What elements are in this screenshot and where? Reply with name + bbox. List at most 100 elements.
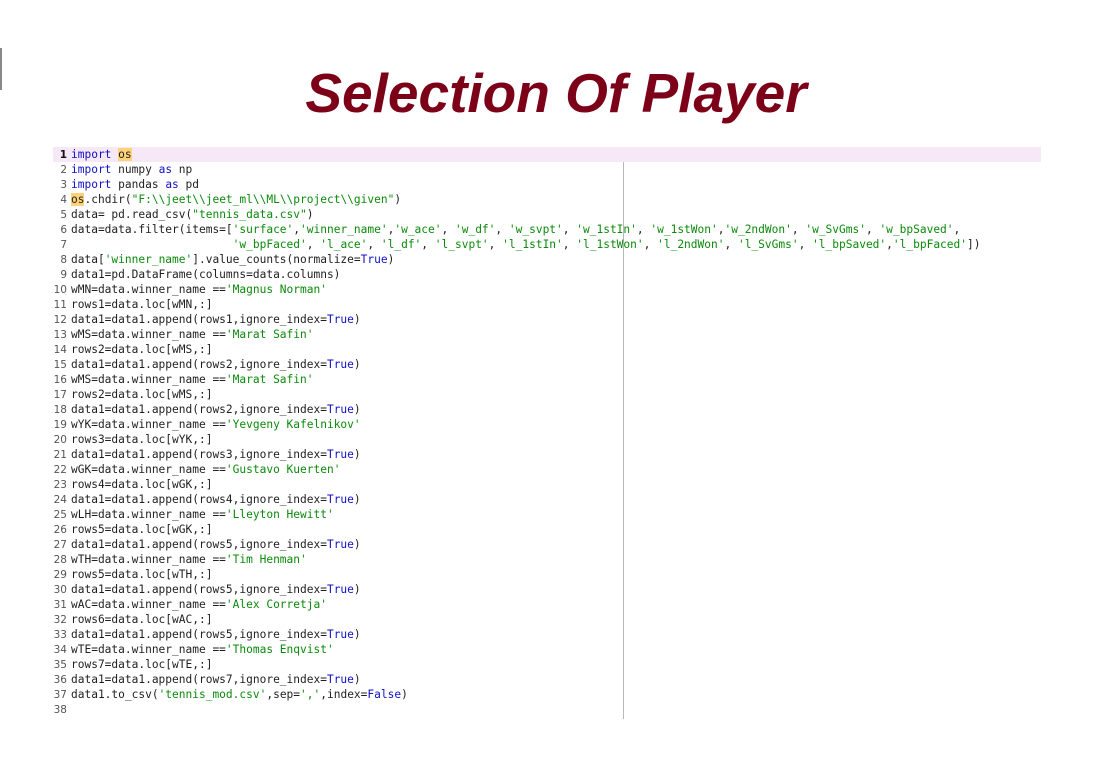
code-token: ].value_counts(normalize= (192, 253, 361, 266)
code-line[interactable]: 36 data1=data1.append(rows7,ignore_index=… (53, 672, 1041, 687)
code-token: 'Magnus Norman' (225, 283, 327, 296)
code-token: 'Marat Safin' (225, 373, 314, 386)
code-line[interactable]: 23 rows4=data.loc[wGK,:] (53, 477, 1041, 492)
line-number: 38 (53, 704, 67, 716)
code-line[interactable]: 17 rows2=data.loc[wMS,:] (53, 387, 1041, 402)
line-number: 25 (53, 509, 67, 521)
code-line[interactable]: 34 wTE=data.winner_name =='Thomas Enqvist… (53, 642, 1041, 657)
code-token: np (172, 163, 193, 176)
code-line[interactable]: 11 rows1=data.loc[wMN,:] (53, 297, 1041, 312)
code-text: rows2=data.loc[wMS,:] (71, 342, 212, 357)
code-line[interactable]: 18 data1=data1.append(rows2,ignore_index=… (53, 402, 1041, 417)
code-line[interactable]: 9 data1=pd.DataFrame(columns=data.columns… (53, 267, 1041, 282)
code-token: 'l_bpFaced' (892, 238, 967, 251)
line-number: 1 (59, 149, 67, 161)
code-line[interactable]: 33 data1=data1.append(rows5,ignore_index=… (53, 627, 1041, 642)
code-line[interactable]: 4 os.chdir("F:\\jeet\\jeet_ml\\ML\\projec… (53, 192, 1041, 207)
code-token: 'w_svpt' (508, 223, 563, 236)
code-line[interactable]: 29 rows5=data.loc[wTH,:] (53, 567, 1041, 582)
code-token: data1=pd.DataFrame(columns=data.columns) (71, 268, 341, 281)
code-text: os.chdir("F:\\jeet\\jeet_ml\\ML\\project… (71, 192, 401, 207)
code-token: ',' (300, 688, 321, 701)
code-text: data1=data1.append(rows2,ignore_index=Tr… (71, 402, 361, 417)
code-token: os (71, 193, 85, 206)
code-line[interactable]: 15 data1=data1.append(rows2,ignore_index=… (53, 357, 1041, 372)
code-line[interactable]: 30 data1=data1.append(rows5,ignore_index=… (53, 582, 1041, 597)
code-editor[interactable]: 1 import os 2 import numpy as np 3 import pan… (53, 147, 1043, 719)
code-text: data1=data1.append(rows7,ignore_index=Tr… (71, 672, 361, 687)
code-token: data1=data1.append(rows5,ignore_index= (71, 538, 327, 551)
code-text: wGK=data.winner_name =='Gustavo Kuerten' (71, 462, 340, 477)
code-token: 'Marat Safin' (225, 328, 314, 341)
code-line[interactable]: 25 wLH=data.winner_name =='Lleyton Hewitt… (53, 507, 1041, 522)
code-line[interactable]: 1 import os (53, 147, 1041, 162)
code-text: rows5=data.loc[wGK,:] (71, 522, 212, 537)
code-line[interactable]: 38 (53, 702, 1041, 717)
code-text: rows5=data.loc[wTH,:] (71, 567, 212, 582)
code-text: data1=data1.append(rows1,ignore_index=Tr… (71, 312, 361, 327)
code-text: data1=data1.append(rows5,ignore_index=Tr… (71, 537, 361, 552)
code-line[interactable]: 35 rows7=data.loc[wTE,:] (53, 657, 1041, 672)
code-line[interactable]: 2 import numpy as np (53, 162, 1041, 177)
code-line[interactable]: 3 import pandas as pd (53, 177, 1041, 192)
line-number: 19 (53, 419, 67, 431)
code-token: 'w_bpSaved' (879, 223, 954, 236)
code-token: ) (353, 448, 361, 461)
code-line[interactable]: 28 wTH=data.winner_name =='Tim Henman' (53, 552, 1041, 567)
line-number: 27 (53, 539, 67, 551)
code-line[interactable]: 10 wMN=data.winner_name =='Magnus Norman' (53, 282, 1041, 297)
code-line[interactable]: 7 'w_bpFaced', 'l_ace', 'l_df', 'l_svpt'… (53, 237, 1041, 252)
code-token: ) (353, 673, 361, 686)
code-line[interactable]: 32 rows6=data.loc[wAC,:] (53, 612, 1041, 627)
code-text: data1=data1.append(rows4,ignore_index=Tr… (71, 492, 361, 507)
code-line[interactable]: 13 wMS=data.winner_name =='Marat Safin' (53, 327, 1041, 342)
code-token: wTH=data.winner_name == (71, 553, 226, 566)
line-number: 2 (60, 164, 67, 176)
code-line[interactable]: 5 data= pd.read_csv("tennis_data.csv") (53, 207, 1041, 222)
code-line[interactable]: 26 rows5=data.loc[wGK,:] (53, 522, 1041, 537)
code-token: 'l_1stIn' (502, 238, 563, 251)
line-number: 10 (53, 284, 67, 296)
code-text: import pandas as pd (71, 177, 199, 192)
code-line[interactable]: 37 data1.to_csv('tennis_mod.csv',sep=',',… (53, 687, 1041, 702)
code-line[interactable]: 14 rows2=data.loc[wMS,:] (53, 342, 1041, 357)
line-number: 22 (53, 464, 67, 476)
code-token: rows7=data.loc[wTE,:] (71, 658, 213, 671)
code-token: True (326, 403, 354, 416)
code-token: "F:\\jeet\\jeet_ml\\ML\\project\\given" (131, 193, 395, 206)
code-token: rows6=data.loc[wAC,:] (71, 613, 213, 626)
code-line[interactable]: 19 wYK=data.winner_name =='Yevgeny Kafeln… (53, 417, 1041, 432)
code-token: 'Yevgeny Kafelnikov' (225, 418, 361, 431)
code-text: rows4=data.loc[wGK,:] (71, 477, 212, 492)
code-token: , (441, 223, 455, 236)
code-text: wTH=data.winner_name =='Tim Henman' (71, 552, 307, 567)
code-token: True (326, 628, 354, 641)
code-token: wMS=data.winner_name == (71, 373, 226, 386)
code-token: , (495, 223, 509, 236)
line-number: 15 (53, 359, 67, 371)
code-token: ]) (967, 238, 981, 251)
code-line[interactable]: 27 data1=data1.append(rows5,ignore_index=… (53, 537, 1041, 552)
code-line[interactable]: 6 data=data.filter(items=['surface', 'winn… (53, 222, 1041, 237)
code-token: True (326, 313, 354, 326)
code-line[interactable]: 8 data['winner_name'].value_counts(normal… (53, 252, 1041, 267)
line-number: 24 (53, 494, 67, 506)
code-token: data1=data1.append(rows4,ignore_index= (71, 493, 327, 506)
code-line[interactable]: 21 data1=data1.append(rows3,ignore_index=… (53, 447, 1041, 462)
code-line[interactable]: 24 data1=data1.append(rows4,ignore_index=… (53, 492, 1041, 507)
code-line[interactable]: 12 data1=data1.append(rows1,ignore_index=… (53, 312, 1041, 327)
code-line[interactable]: 22 wGK=data.winner_name =='Gustavo Kuerte… (53, 462, 1041, 477)
code-token: data1=data1.append(rows2,ignore_index= (71, 403, 327, 416)
code-token: pandas (111, 178, 166, 191)
code-text: import os (71, 147, 132, 162)
code-token: pd (178, 178, 200, 191)
code-token: 'w_2ndWon' (724, 223, 792, 236)
code-token: 'l_df' (380, 238, 422, 251)
code-token: data1=data1.append(rows5,ignore_index= (71, 583, 327, 596)
code-line[interactable]: 16 wMS=data.winner_name =='Marat Safin' (53, 372, 1041, 387)
code-line[interactable]: 31 wAC=data.winner_name =='Alex Corretja' (53, 597, 1041, 612)
code-token: 'Alex Corretja' (225, 598, 327, 611)
code-line[interactable]: 20 rows3=data.loc[wYK,:] (53, 432, 1041, 447)
code-token: ) (353, 313, 361, 326)
code-text: data1=data1.append(rows2,ignore_index=Tr… (71, 357, 361, 372)
